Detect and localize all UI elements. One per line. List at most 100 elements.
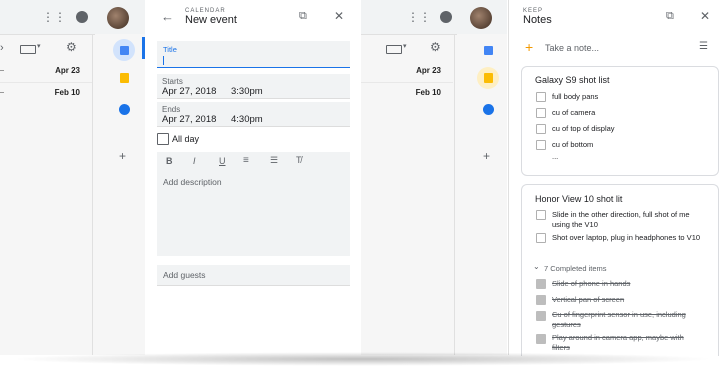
gmail-top-bar: ⋮⋮	[0, 0, 145, 35]
checklist-item: cu of camera	[552, 108, 596, 117]
side-panel-rail: +	[95, 34, 145, 355]
tasks-addon-button[interactable]	[477, 98, 499, 120]
calendar-addon-button[interactable]	[113, 39, 135, 61]
settings-gear-icon[interactable]: ⚙	[66, 41, 77, 53]
open-in-new-icon[interactable]: ⧉	[299, 11, 307, 22]
panel-title: New event	[185, 14, 237, 26]
starts-label: Starts	[162, 77, 183, 86]
bulleted-list-button[interactable]: ☰	[270, 155, 278, 166]
mail-list-divider	[92, 34, 93, 355]
more-indicator: ...	[552, 152, 559, 161]
title-field-label: Title	[163, 45, 177, 54]
starts-time[interactable]: 3:30pm	[231, 86, 263, 97]
guests-placeholder: Add guests	[163, 270, 206, 280]
keep-icon	[483, 73, 493, 83]
completed-item: Vertical pan of screen	[552, 295, 625, 304]
bold-button[interactable]: B	[166, 156, 173, 166]
tasks-icon	[482, 103, 494, 115]
dropdown-arrow-icon[interactable]: ▾	[37, 43, 41, 50]
checkbox[interactable]	[536, 140, 546, 150]
ends-label: Ends	[162, 105, 181, 114]
clear-format-button[interactable]: T̸	[296, 155, 302, 165]
mail-row-date: Apr 23	[55, 66, 80, 75]
chevron-right-icon[interactable]: ›	[0, 43, 4, 54]
keep-panel: KEEP Notes ⧉ ✕ + Take a note... ☰ Galaxy…	[508, 0, 725, 356]
checklist-item: Shot over laptop, plug in headphones to …	[552, 233, 701, 242]
description-box[interactable]: B I U ≡ ☰ T̸ Add description	[157, 152, 350, 256]
starts-field[interactable]: Starts Apr 27, 2018 3:30pm	[157, 74, 350, 99]
mail-row[interactable]: Feb 10	[361, 82, 453, 104]
tasks-addon-button[interactable]	[113, 98, 135, 120]
apps-grid-icon[interactable]: ⋮⋮	[42, 11, 66, 23]
apps-grid-icon[interactable]: ⋮⋮	[407, 11, 431, 23]
close-icon[interactable]: ✕	[700, 10, 710, 22]
checkbox[interactable]	[536, 108, 546, 118]
description-placeholder: Add description	[163, 177, 222, 187]
dropdown-arrow-icon[interactable]: ▾	[403, 43, 407, 50]
mail-list-divider	[454, 34, 455, 355]
notifications-icon[interactable]	[440, 11, 452, 23]
note-title: Galaxy S9 shot list	[535, 75, 610, 85]
numbered-list-button[interactable]: ≡	[243, 155, 249, 166]
checked-checkbox[interactable]	[536, 334, 546, 344]
add-addon-icon[interactable]: +	[483, 150, 490, 162]
note-title: Honor View 10 shot lit	[535, 194, 623, 204]
checked-checkbox[interactable]	[536, 295, 546, 305]
keep-addon-button[interactable]	[477, 67, 499, 89]
completed-item: Play around in camera app, maybe with fi…	[552, 333, 684, 352]
avatar[interactable]	[470, 7, 492, 29]
close-icon[interactable]: ✕	[334, 10, 344, 22]
note-card[interactable]: Honor View 10 shot lit Slide in the othe…	[521, 184, 719, 356]
checked-checkbox[interactable]	[536, 279, 546, 289]
checklist-item: Slide in the other direction, full shot …	[552, 210, 690, 229]
mail-row-dash	[0, 70, 4, 71]
keep-addon-button[interactable]	[113, 67, 135, 89]
tasks-icon	[118, 103, 130, 115]
ends-time[interactable]: 4:30pm	[231, 114, 263, 125]
chevron-down-icon[interactable]: ⌄	[533, 263, 540, 271]
ends-field[interactable]: Ends Apr 27, 2018 4:30pm	[157, 102, 350, 127]
title-field[interactable]: Title	[157, 41, 350, 68]
mail-row-dash	[0, 92, 4, 93]
starts-date[interactable]: Apr 27, 2018	[162, 86, 216, 97]
take-note-input[interactable]: Take a note...	[545, 43, 599, 53]
gmail-top-bar: ⋮⋮	[361, 0, 507, 35]
all-day-checkbox[interactable]	[157, 133, 169, 145]
open-in-new-icon[interactable]: ⧉	[666, 11, 674, 22]
list-view-icon[interactable]: ☰	[699, 42, 708, 52]
checked-checkbox[interactable]	[536, 311, 546, 321]
screen-shadow	[10, 352, 715, 366]
mail-row-date: Feb 10	[415, 88, 441, 97]
completed-item: Slide of phone in hands	[552, 279, 631, 288]
add-note-icon[interactable]: +	[525, 40, 533, 54]
keep-icon	[119, 73, 129, 83]
gmail-background-left: ⋮⋮ › ▾ ⚙ Apr 23 Feb 10 +	[0, 0, 145, 355]
completed-items-toggle[interactable]: 7 Completed items	[544, 264, 607, 273]
checkbox[interactable]	[536, 233, 546, 243]
guests-field[interactable]: Add guests	[157, 265, 350, 286]
side-panel-rail: +	[457, 34, 507, 355]
notifications-icon[interactable]	[76, 11, 88, 23]
settings-gear-icon[interactable]: ⚙	[430, 41, 441, 53]
calendar-panel: ← CALENDAR New event ⧉ ✕ Title Starts Ap…	[145, 0, 361, 355]
italic-button[interactable]: I	[193, 156, 196, 166]
ends-date[interactable]: Apr 27, 2018	[162, 114, 216, 125]
mail-row-date: Feb 10	[54, 88, 80, 97]
add-addon-icon[interactable]: +	[119, 150, 126, 162]
checkbox[interactable]	[536, 92, 546, 102]
calendar-icon	[119, 45, 129, 55]
mail-row[interactable]: Apr 23	[361, 60, 453, 83]
gmail-background-middle: ⋮⋮ ▾ ⚙ Apr 23 Feb 10 +	[361, 0, 507, 355]
calendar-addon-button[interactable]	[477, 39, 499, 61]
mail-row[interactable]: Feb 10	[0, 82, 92, 104]
keyboard-icon[interactable]	[386, 45, 402, 54]
avatar[interactable]	[107, 7, 129, 29]
note-card[interactable]: Galaxy S9 shot list full body pans cu of…	[521, 66, 719, 176]
mail-toolbar: ▾ ⚙	[361, 37, 453, 59]
checkbox[interactable]	[536, 124, 546, 134]
mail-row[interactable]: Apr 23	[0, 60, 92, 83]
back-arrow-icon[interactable]: ←	[161, 10, 174, 23]
checkbox[interactable]	[536, 210, 546, 220]
underline-button[interactable]: U	[219, 156, 226, 166]
keyboard-icon[interactable]	[20, 45, 36, 54]
